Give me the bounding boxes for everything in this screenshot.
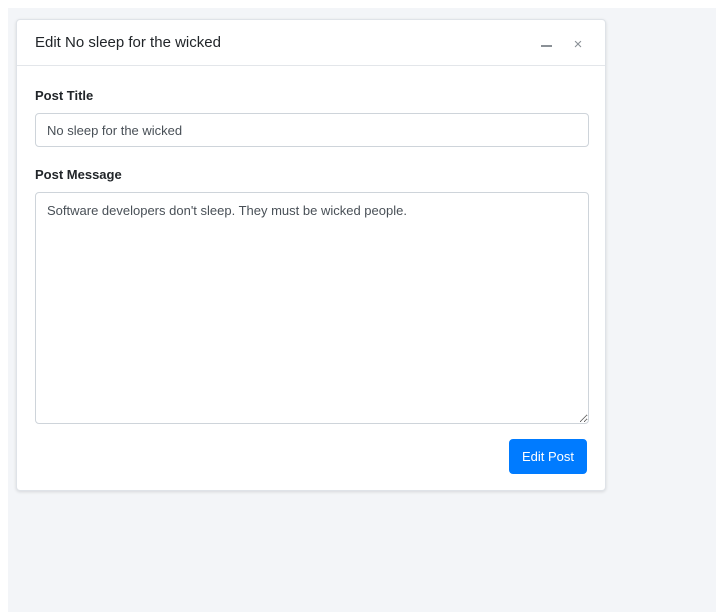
- card-body: Post Title Post Message Software develop…: [17, 88, 605, 474]
- post-title-input[interactable]: [35, 113, 589, 147]
- card-tools: ×: [537, 34, 587, 52]
- minus-icon[interactable]: [537, 34, 555, 52]
- post-message-textarea[interactable]: Software developers don't sleep. They mu…: [35, 192, 589, 424]
- card-title: Edit No sleep for the wicked: [35, 34, 221, 51]
- edit-post-card: Edit No sleep for the wicked × Post Titl…: [16, 19, 606, 491]
- card-header: Edit No sleep for the wicked ×: [17, 20, 605, 66]
- minus-bar: [540, 44, 552, 47]
- post-message-label: Post Message: [35, 167, 122, 182]
- close-glyph: ×: [573, 35, 583, 53]
- post-title-label: Post Title: [35, 88, 94, 103]
- form-actions: Edit Post: [35, 439, 587, 474]
- close-icon[interactable]: ×: [569, 34, 587, 52]
- edit-post-button[interactable]: Edit Post: [508, 439, 587, 474]
